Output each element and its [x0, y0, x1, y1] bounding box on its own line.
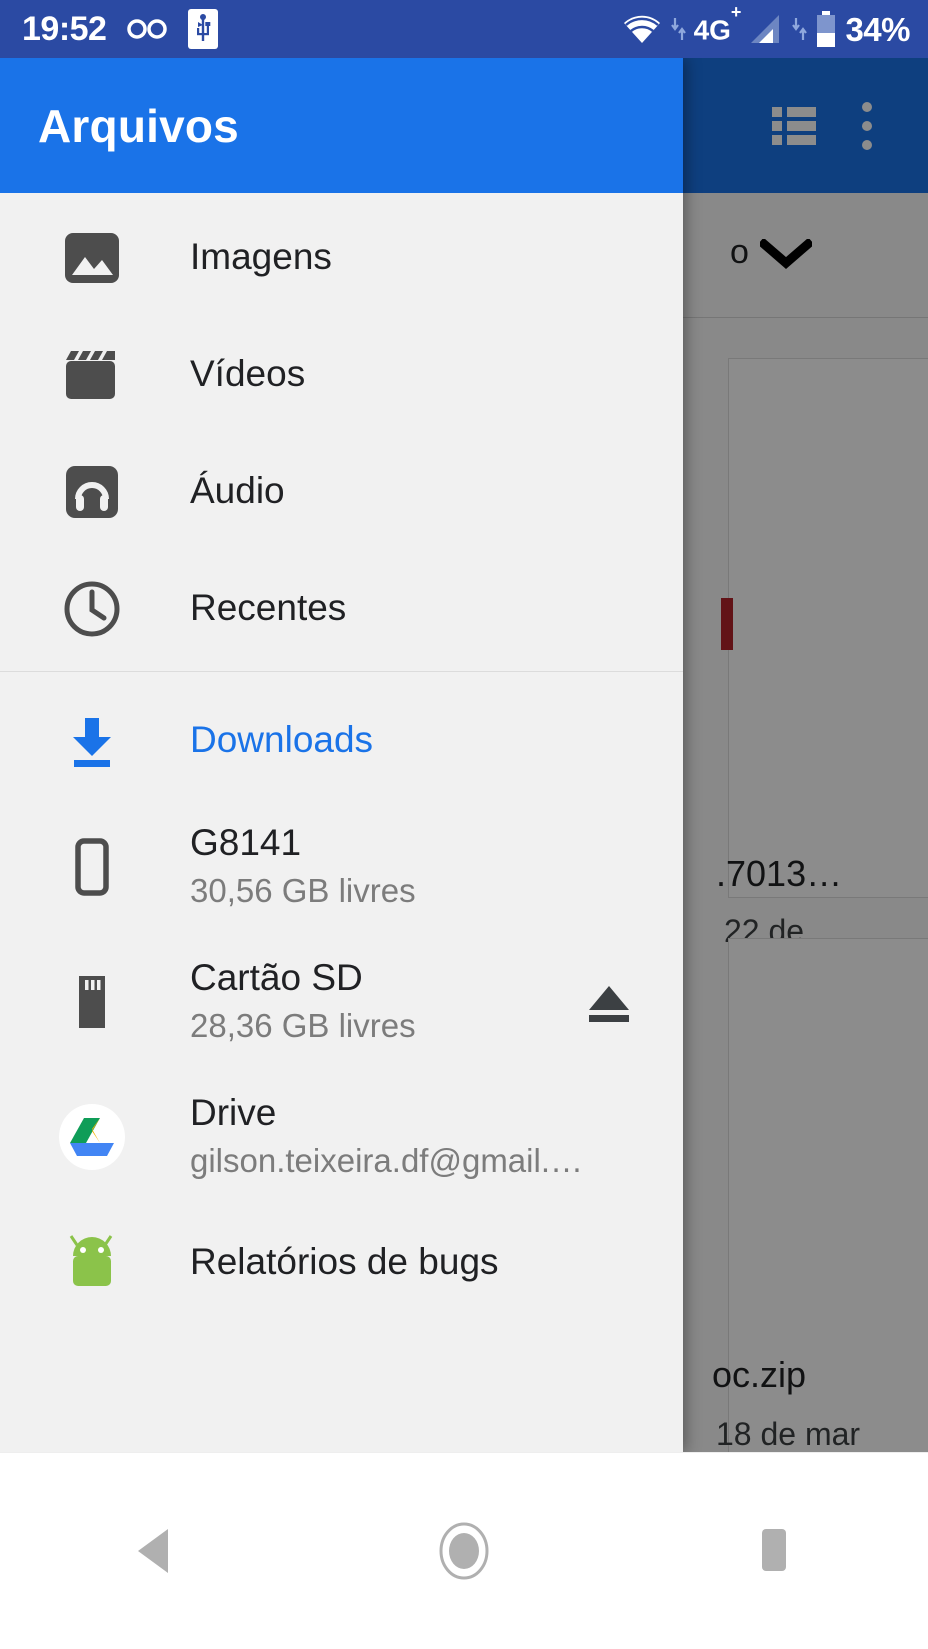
drawer-item-videos[interactable]: Vídeos [0, 316, 683, 433]
drawer-item-audio[interactable]: Áudio [0, 433, 683, 550]
battery-percent-label: 34% [845, 10, 910, 48]
status-bar: 19:52 4G+ 34% [0, 0, 928, 58]
drawer-item-drive[interactable]: Drive gilson.teixeira.df@gmail.… [0, 1069, 683, 1204]
usb-icon [188, 9, 219, 49]
drawer-item-relatorios-de-bugs[interactable]: Relatórios de bugs [0, 1204, 683, 1321]
drawer-item-text: Recentes [190, 587, 346, 630]
voicemail-icon [127, 19, 168, 39]
sd-card-icon [42, 971, 142, 1033]
home-button[interactable] [384, 1481, 544, 1621]
headset-icon [42, 461, 142, 523]
eject-icon[interactable] [579, 972, 639, 1032]
drawer-item-subtitle: 28,36 GB livres [190, 1006, 416, 1044]
image-icon [42, 227, 142, 289]
status-clock: 19:52 [22, 10, 107, 48]
drawer-item-text: Vídeos [190, 353, 305, 396]
drawer-item-text: Imagens [190, 236, 332, 279]
back-button[interactable] [75, 1481, 235, 1621]
android-robot-icon [42, 1232, 142, 1294]
phone-icon [42, 836, 142, 898]
drawer-item-cartao-sd[interactable]: Cartão SD 28,36 GB livres [0, 934, 683, 1069]
drawer-item-label: Vídeos [190, 353, 306, 395]
drawer-item-label: Áudio [190, 470, 285, 512]
drawer-item-label: Imagens [190, 236, 332, 278]
download-icon [42, 710, 142, 772]
drawer-item-label: Relatórios de bugs [190, 1241, 499, 1283]
drawer-item-subtitle: 30,56 GB livres [190, 871, 416, 909]
drawer-item-label: Recentes [190, 587, 347, 629]
wifi-icon [623, 15, 660, 43]
drawer-section-divider [0, 671, 683, 672]
cellular-transfer-arrows-icon [792, 18, 808, 40]
drawer-item-text: G8141 30,56 GB livres [190, 822, 416, 910]
app-title: Arquivos [38, 99, 239, 152]
system-navigation-bar [0, 1452, 928, 1649]
drawer-item-text: Áudio [190, 470, 285, 513]
clock-icon [42, 578, 142, 640]
android-files-app-screen: o .7013… 22 de… oc.zip 18 de mar 19:52 4… [0, 0, 928, 1649]
recents-button[interactable] [693, 1481, 853, 1621]
drawer-item-label: Downloads [190, 719, 374, 761]
wifi-transfer-arrows-icon [670, 18, 686, 40]
drawer-item-text: Relatórios de bugs [190, 1241, 499, 1284]
drawer-item-imagens[interactable]: Imagens [0, 199, 683, 316]
network-type-label: 4G+ [693, 2, 742, 46]
drawer-item-label: G8141 [190, 822, 302, 864]
drawer-item-list: Imagens Vídeos Áudio Recentes Downloads … [0, 193, 683, 1321]
battery-icon [817, 11, 836, 47]
google-drive-icon [42, 1101, 142, 1173]
drawer-item-text: Drive gilson.teixeira.df@gmail.… [190, 1092, 583, 1180]
drawer-item-label: Cartão SD [190, 957, 363, 999]
drawer-item-downloads[interactable]: Downloads [0, 682, 683, 799]
drawer-item-g8141[interactable]: G8141 30,56 GB livres [0, 799, 683, 934]
status-bar-left: 19:52 [0, 9, 219, 49]
drawer-item-text: Cartão SD 28,36 GB livres [190, 957, 416, 1045]
navigation-drawer: Arquivos Imagens Vídeos Áudio Recentes D… [0, 58, 683, 1452]
drawer-item-label: Drive [190, 1092, 277, 1134]
movie-clapper-icon [42, 344, 142, 406]
drawer-item-recentes[interactable]: Recentes [0, 550, 683, 667]
status-bar-right: 4G+ 34% [622, 2, 928, 48]
cellular-signal-icon [751, 15, 780, 43]
drawer-item-subtitle: gilson.teixeira.df@gmail.… [190, 1141, 583, 1179]
drawer-header: Arquivos [0, 58, 683, 193]
drawer-item-text: Downloads [190, 719, 373, 762]
